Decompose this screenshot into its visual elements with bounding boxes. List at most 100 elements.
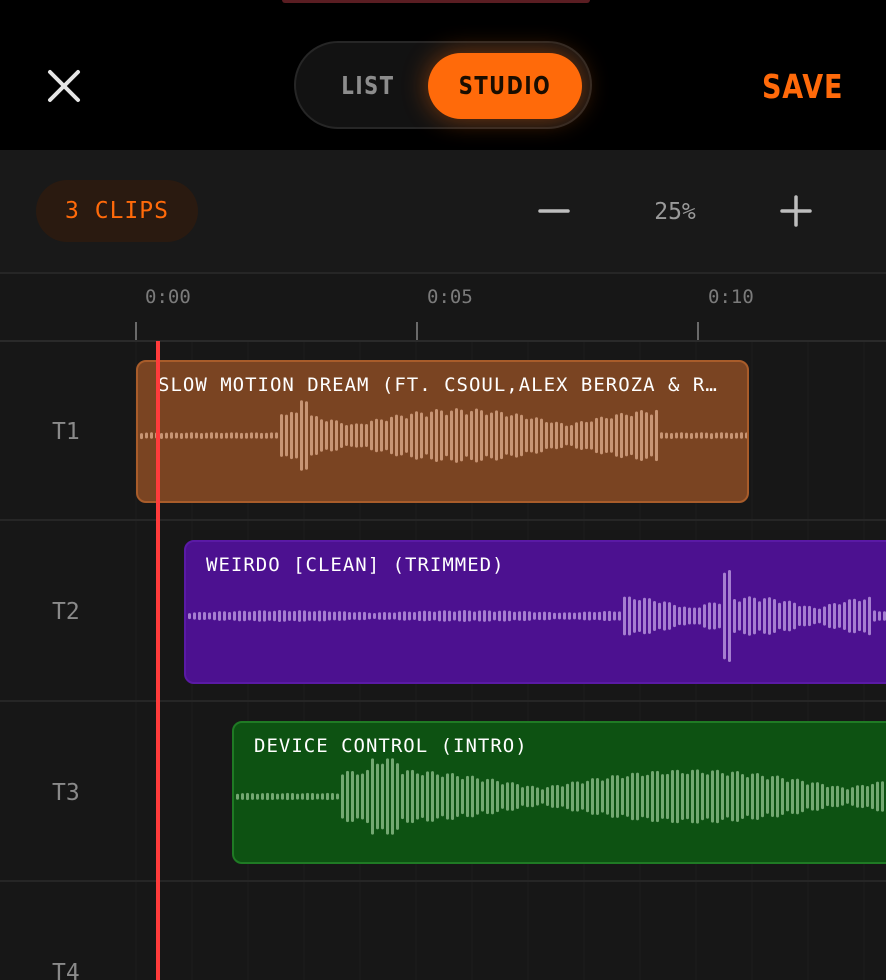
waveform-bar: [868, 596, 871, 636]
waveform-bar: [265, 432, 268, 439]
waveform-bar: [525, 418, 528, 453]
waveform-bar: [468, 610, 471, 622]
waveform-bar: [690, 433, 693, 440]
waveform-bar: [261, 793, 264, 800]
track-label-t2: T2: [52, 599, 80, 625]
waveform-bar: [843, 602, 846, 630]
zoom-in-button[interactable]: [776, 188, 816, 234]
waveform-bar: [240, 432, 243, 439]
timeline[interactable]: 0:00 0:05 0:10 T1 T2 T3 T4 SLOW MOTION D…: [0, 274, 886, 980]
waveform-bar: [610, 418, 613, 453]
waveform-bar: [286, 792, 289, 801]
waveform-bar: [596, 778, 599, 815]
waveform-bar: [431, 771, 434, 822]
close-icon: [48, 70, 80, 102]
waveform-bar: [513, 611, 516, 621]
waveform-bar: [871, 783, 874, 810]
waveform-bar: [701, 772, 704, 821]
waveform-bar: [791, 779, 794, 814]
playhead[interactable]: [156, 341, 160, 980]
waveform-bar: [500, 411, 503, 460]
waveform-bar: [626, 776, 629, 817]
waveform-bar: [381, 763, 384, 830]
waveform-bar: [256, 793, 259, 800]
close-button[interactable]: [40, 62, 88, 110]
waveform-bar: [761, 775, 764, 818]
waveform-bar: [458, 610, 461, 622]
tab-list[interactable]: LIST: [324, 53, 411, 117]
waveform-bar: [663, 601, 666, 631]
waveform-bar: [280, 414, 283, 457]
save-button[interactable]: SAVE: [762, 62, 843, 110]
waveform-bar: [326, 792, 329, 801]
waveform-bar: [420, 412, 423, 459]
waveform-bar: [300, 400, 303, 471]
waveform-bar: [271, 793, 274, 800]
timeline-toolbar: 3 CLIPS 25%: [0, 150, 886, 274]
waveform-bar: [248, 611, 251, 621]
waveform-bar: [605, 417, 608, 454]
audio-clip[interactable]: SLOW MOTION DREAM (FT. CSOUL,ALEX BEROZA…: [136, 360, 749, 503]
waveform-bar: [683, 606, 686, 626]
waveform-bar: [653, 600, 656, 632]
waveform-bar: [711, 770, 714, 823]
waveform-bar: [828, 603, 831, 629]
waveform-bar: [635, 411, 638, 460]
audio-clip[interactable]: WEIRDO [CLEAN] (TRIMMED): [184, 540, 886, 684]
waveform-bar: [666, 773, 669, 820]
waveform-bar: [296, 793, 299, 800]
waveform-bar: [685, 432, 688, 439]
waveform-bar: [581, 783, 584, 810]
waveform-bar: [528, 611, 531, 621]
waveform-bar: [716, 769, 719, 824]
ruler-label: 0:05: [427, 286, 473, 308]
waveform-bar: [753, 597, 756, 635]
waveform-bar: [595, 417, 598, 454]
waveform-bar: [316, 793, 319, 800]
waveform-bar: [651, 771, 654, 822]
waveform-bar: [210, 432, 213, 439]
waveform-bar: [726, 775, 729, 818]
waveform-bar: [203, 611, 206, 621]
audio-clip[interactable]: DEVICE CONTROL (INTRO): [232, 721, 886, 864]
waveform-bar: [245, 432, 248, 439]
waveform-bar: [558, 612, 561, 620]
tab-studio[interactable]: STUDIO: [445, 53, 565, 117]
waveform-bar: [180, 433, 183, 440]
waveform-bar: [768, 597, 771, 635]
waveform-bar: [511, 782, 514, 811]
waveform-bar: [853, 598, 856, 634]
waveform-bar: [660, 432, 663, 439]
waveform-bar: [568, 612, 571, 620]
waveform-bar: [721, 773, 724, 820]
waveform-bar: [618, 611, 621, 621]
waveform-bar: [188, 613, 191, 620]
waveform-bar: [806, 784, 809, 809]
waveform-bar: [696, 769, 699, 824]
waveform-bar: [763, 598, 766, 634]
waveform-bar: [405, 418, 408, 453]
waveform-bar: [383, 612, 386, 620]
zoom-out-button[interactable]: [534, 188, 574, 234]
waveform-bar: [435, 409, 438, 462]
waveform-bar: [816, 782, 819, 811]
waveform-bar: [521, 787, 524, 806]
waveform-bar: [665, 432, 668, 439]
waveform-bar: [291, 793, 294, 800]
waveform-bar: [490, 412, 493, 459]
waveform-bar: [633, 599, 636, 633]
waveform-bar: [688, 607, 691, 625]
waveform-bar: [818, 608, 821, 624]
waveform-bar: [586, 780, 589, 813]
waveform-bar: [448, 610, 451, 622]
waveform-bar: [368, 612, 371, 620]
waveform-bar: [718, 603, 721, 629]
waveform-bar: [380, 419, 383, 452]
waveform-bar: [390, 416, 393, 455]
waveform-bar: [406, 770, 409, 823]
waveform-bar: [561, 786, 564, 807]
waveform-bar: [488, 610, 491, 622]
waveform-bar: [545, 421, 548, 450]
waveform-bar: [425, 416, 428, 455]
waveform-bar: [733, 598, 736, 634]
